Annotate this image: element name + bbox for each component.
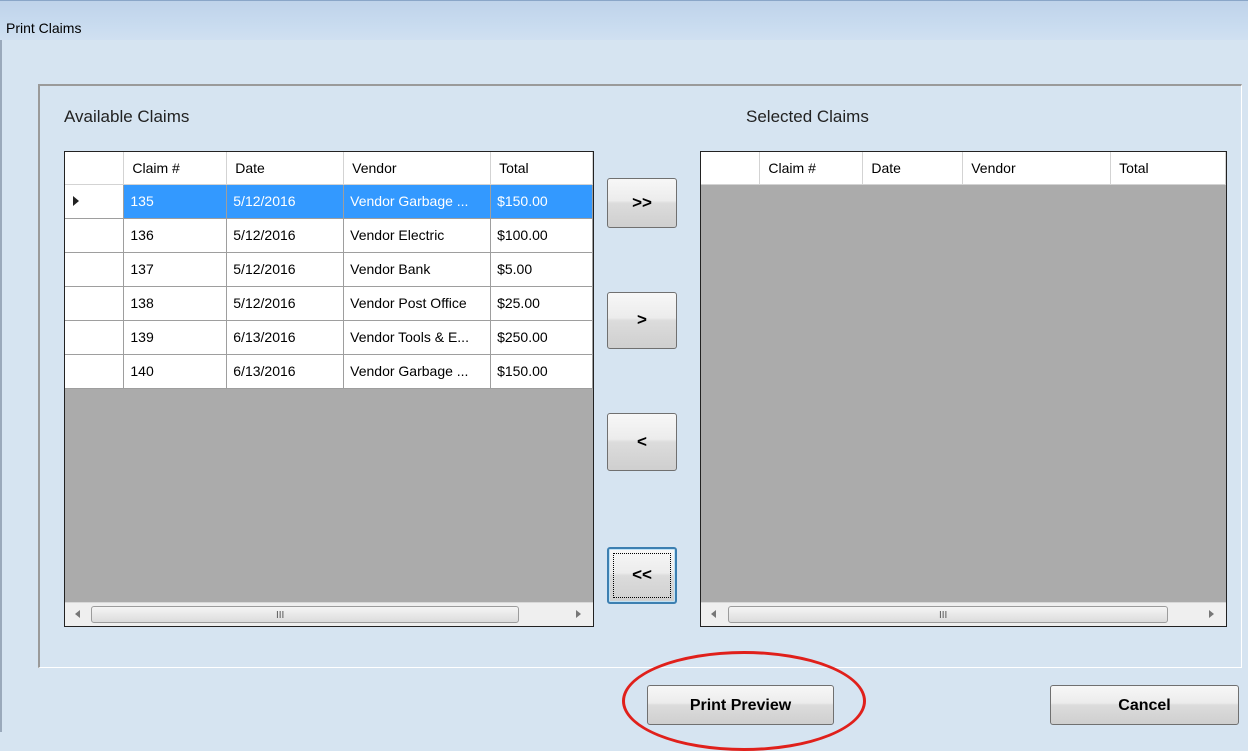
scroll-right-arrow-icon[interactable] xyxy=(1209,610,1214,618)
selected-horizontal-scrollbar[interactable]: III xyxy=(701,602,1226,626)
table-row[interactable]: 138 5/12/2016 Vendor Post Office $25.00 xyxy=(65,286,593,321)
column-header-date[interactable]: Date xyxy=(226,152,345,185)
scroll-right-arrow-icon[interactable] xyxy=(576,610,581,618)
cell-date[interactable]: 5/12/2016 xyxy=(226,252,345,287)
add-selected-button-label: > xyxy=(637,310,647,329)
cell-vendor[interactable]: Vendor Post Office xyxy=(343,286,492,321)
available-claims-table: Claim # Date Vendor Total 135 5/12/2016 … xyxy=(65,152,593,389)
cell-claim[interactable]: 136 xyxy=(123,218,228,253)
row-header-corner xyxy=(65,152,125,185)
cell-claim[interactable]: 139 xyxy=(123,320,228,355)
column-header-date[interactable]: Date xyxy=(862,152,964,185)
add-all-button-label: >> xyxy=(632,193,652,212)
column-header-claim[interactable]: Claim # xyxy=(759,152,864,185)
cell-vendor[interactable]: Vendor Tools & E... xyxy=(343,320,492,355)
row-header[interactable] xyxy=(65,286,125,321)
column-header-claim[interactable]: Claim # xyxy=(123,152,228,185)
row-header-corner xyxy=(701,152,761,185)
selected-header-row: Claim # Date Vendor Total xyxy=(701,152,1226,185)
row-header[interactable] xyxy=(65,354,125,389)
add-selected-button[interactable]: > xyxy=(607,292,677,349)
row-header[interactable] xyxy=(65,218,125,253)
remove-selected-button-label: < xyxy=(637,432,647,451)
current-row-arrow-icon xyxy=(73,196,79,206)
print-preview-button-label: Print Preview xyxy=(689,697,792,714)
cell-vendor[interactable]: Vendor Bank xyxy=(343,252,492,287)
table-row[interactable]: 140 6/13/2016 Vendor Garbage ... $150.00 xyxy=(65,354,593,389)
available-horizontal-scrollbar[interactable]: III xyxy=(65,602,593,626)
cell-vendor[interactable]: Vendor Garbage ... xyxy=(343,354,492,389)
cell-date[interactable]: 6/13/2016 xyxy=(226,354,345,389)
cell-total[interactable]: $150.00 xyxy=(490,184,593,219)
selected-claims-table: Claim # Date Vendor Total xyxy=(701,152,1226,185)
print-preview-button[interactable]: Print Preview xyxy=(647,685,834,725)
available-header-row: Claim # Date Vendor Total xyxy=(65,152,593,185)
cell-claim[interactable]: 140 xyxy=(123,354,228,389)
row-header[interactable] xyxy=(65,252,125,287)
cell-total[interactable]: $25.00 xyxy=(490,286,593,321)
row-header[interactable] xyxy=(65,184,125,219)
column-header-vendor[interactable]: Vendor xyxy=(343,152,492,185)
scroll-thumb[interactable]: III xyxy=(728,606,1168,623)
cell-claim[interactable]: 137 xyxy=(123,252,228,287)
cell-date[interactable]: 5/12/2016 xyxy=(226,184,345,219)
scroll-grip: III xyxy=(939,610,948,621)
cell-claim[interactable]: 135 xyxy=(123,184,228,219)
cell-date[interactable]: 6/13/2016 xyxy=(226,320,345,355)
cancel-button[interactable]: Cancel xyxy=(1050,685,1239,725)
cancel-button-label: Cancel xyxy=(1118,697,1171,714)
cell-total[interactable]: $150.00 xyxy=(490,354,593,389)
scroll-grip: III xyxy=(276,610,285,621)
remove-selected-button[interactable]: < xyxy=(607,413,677,471)
column-header-total[interactable]: Total xyxy=(1110,152,1226,185)
table-row[interactable]: 139 6/13/2016 Vendor Tools & E... $250.0… xyxy=(65,320,593,355)
cell-total[interactable]: $5.00 xyxy=(490,252,593,287)
cell-date[interactable]: 5/12/2016 xyxy=(226,286,345,321)
table-row[interactable]: 136 5/12/2016 Vendor Electric $100.00 xyxy=(65,218,593,253)
scroll-left-arrow-icon[interactable] xyxy=(711,610,716,618)
selected-claims-label: Selected Claims xyxy=(746,107,869,126)
add-all-button[interactable]: >> xyxy=(607,178,677,228)
cell-date[interactable]: 5/12/2016 xyxy=(226,218,345,253)
scroll-left-arrow-icon[interactable] xyxy=(75,610,80,618)
column-header-total[interactable]: Total xyxy=(490,152,593,185)
available-claims-label: Available Claims xyxy=(64,107,190,126)
cell-total[interactable]: $250.00 xyxy=(490,320,593,355)
cell-claim[interactable]: 138 xyxy=(123,286,228,321)
selected-claims-grid[interactable]: Claim # Date Vendor Total III xyxy=(700,151,1227,627)
cell-total[interactable]: $100.00 xyxy=(490,218,593,253)
row-header[interactable] xyxy=(65,320,125,355)
cell-vendor[interactable]: Vendor Electric xyxy=(343,218,492,253)
scroll-thumb[interactable]: III xyxy=(91,606,519,623)
available-claims-grid[interactable]: Claim # Date Vendor Total 135 5/12/2016 … xyxy=(64,151,594,627)
window-titlebar: Print Claims xyxy=(0,0,1248,40)
remove-all-button[interactable]: << xyxy=(607,547,677,604)
remove-all-button-label: << xyxy=(632,565,652,584)
table-row[interactable]: 135 5/12/2016 Vendor Garbage ... $150.00 xyxy=(65,184,593,219)
cell-vendor[interactable]: Vendor Garbage ... xyxy=(343,184,492,219)
column-header-vendor[interactable]: Vendor xyxy=(962,152,1112,185)
table-row[interactable]: 137 5/12/2016 Vendor Bank $5.00 xyxy=(65,252,593,287)
window-title: Print Claims xyxy=(6,20,82,36)
window-border xyxy=(0,40,2,732)
